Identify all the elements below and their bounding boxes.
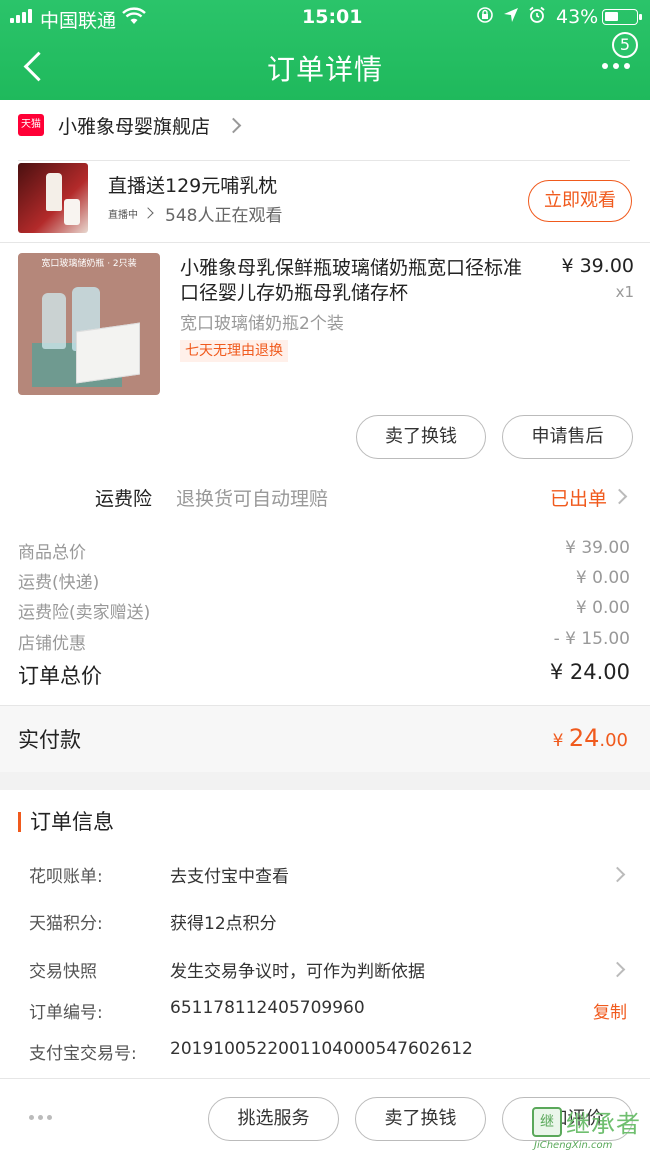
product-image[interactable]: 宽口玻璃储奶瓶 · 2只装	[18, 253, 160, 395]
shop-name[interactable]: 小雅象母婴旗舰店	[58, 112, 210, 139]
paid-integer: 24	[568, 724, 600, 752]
order-info-title: 订单信息	[30, 810, 114, 834]
order-total-value: ¥ 24.00	[549, 660, 630, 684]
order-number: 651178112405709960	[170, 998, 365, 1018]
after-sale-button[interactable]: 申请售后	[502, 415, 633, 459]
fee-label: 店铺优惠	[18, 634, 86, 654]
product-item[interactable]: 宽口玻璃储奶瓶 · 2只装 小雅象母乳保鲜瓶玻璃储奶瓶宽口径标准口径婴儿存奶瓶母…	[0, 243, 650, 395]
shop-header[interactable]: 天猫 小雅象母婴旗舰店	[0, 100, 650, 160]
paid-value: ¥ 24.00	[553, 724, 628, 752]
paid-currency: ¥	[552, 731, 569, 751]
paid-decimal: .00	[599, 730, 628, 751]
info-label: 交易快照	[29, 962, 97, 982]
battery-percent: 43%	[556, 6, 599, 28]
fee-value: ¥ 0.00	[575, 598, 630, 618]
clock: 15:01	[302, 6, 363, 28]
battery-icon	[602, 9, 642, 25]
info-value: 去支付宝中查看	[170, 867, 289, 887]
carrier-name: 中国联通	[40, 10, 117, 32]
order-total-row: 订单总价 ¥ 24.00	[0, 656, 650, 696]
signal-icon	[10, 9, 32, 23]
location-icon	[504, 8, 518, 22]
live-title: 直播送129元哺乳枕	[108, 175, 278, 197]
product-price: ¥ 39.00	[561, 255, 634, 277]
fee-row: 运费险(卖家赠送) ¥ 0.00	[0, 594, 650, 624]
orientation-lock-icon	[477, 7, 493, 23]
trade-snapshot-row[interactable]: 交易快照 发生交易争议时，可作为判断依据	[0, 949, 650, 989]
order-info-section: 订单信息 花呗账单: 去支付宝中查看 天猫积分: 获得12点积分 交易快照 发生…	[0, 790, 650, 1078]
tmall-points-row: 天猫积分: 获得12点积分	[0, 901, 650, 941]
fee-label: 运费险(卖家赠送)	[18, 603, 151, 623]
fee-row: 商品总价 ¥ 39.00	[0, 534, 650, 564]
info-label: 订单编号:	[29, 1003, 103, 1023]
fee-row: 店铺优惠 - ¥ 15.00	[0, 625, 650, 655]
live-stream-banner[interactable]: 直播送129元哺乳枕 直播中 548人正在观看 立即观看	[0, 160, 650, 242]
chevron-right-icon	[609, 866, 626, 883]
alarm-icon	[529, 6, 545, 23]
sell-button[interactable]: 卖了换钱	[356, 415, 486, 459]
alipay-trade-number: 2019100522001104000547602612	[170, 1039, 473, 1059]
fee-label: 运费(快递)	[18, 573, 100, 593]
product-image-caption: 宽口玻璃储奶瓶 · 2只装	[41, 259, 137, 269]
watermark-en: JiChengXin.com	[534, 1140, 613, 1151]
fee-value: ¥ 39.00	[565, 538, 630, 558]
tmall-badge-icon: 天猫	[18, 114, 44, 136]
watch-now-button[interactable]: 立即观看	[528, 180, 632, 222]
live-status-tag: 直播中	[108, 210, 138, 221]
info-label: 天猫积分:	[29, 914, 103, 934]
wifi-icon	[122, 6, 146, 31]
info-value: 获得12点积分	[170, 914, 277, 934]
watermark: 继 继承者 JiChengXin.com	[532, 1104, 648, 1152]
product-name[interactable]: 小雅象母乳保鲜瓶玻璃储奶瓶宽口径标准口径婴儿存奶瓶母乳储存杯	[180, 256, 540, 306]
paid-label: 实付款	[18, 728, 81, 752]
info-label: 支付宝交易号:	[29, 1044, 137, 1064]
freight-insurance-desc: 退换货可自动理赔	[176, 488, 329, 510]
huabei-bill-row[interactable]: 花呗账单: 去支付宝中查看	[0, 854, 650, 894]
more-icon[interactable]	[596, 56, 636, 76]
fee-row: 运费(快递) ¥ 0.00	[0, 564, 650, 594]
alipay-trade-row: 支付宝交易号: 2019100522001104000547602612	[0, 1031, 650, 1071]
freight-insurance-row[interactable]: 运费险 退换货可自动理赔 已出单	[0, 472, 650, 522]
sell-button[interactable]: 卖了换钱	[355, 1097, 486, 1141]
paid-amount-row: 实付款 ¥ 24.00	[0, 706, 650, 772]
fee-label: 商品总价	[18, 543, 86, 563]
live-thumbnail[interactable]	[18, 163, 88, 233]
status-bar: 中国联通 15:01 43%	[0, 0, 650, 34]
more-icon[interactable]	[29, 1115, 52, 1120]
chevron-right-icon	[225, 117, 242, 134]
order-card: 天猫 小雅象母婴旗舰店 直播送129元哺乳枕 直播中 548人正在观看 立即观看…	[0, 100, 650, 772]
watermark-cn: 继承者	[566, 1110, 641, 1138]
fee-value: - ¥ 15.00	[553, 629, 630, 649]
product-spec: 宽口玻璃储奶瓶2个装	[180, 314, 344, 334]
chevron-right-icon	[142, 207, 154, 219]
watermark-logo-icon: 继	[532, 1107, 562, 1137]
section-accent-bar	[18, 812, 21, 832]
info-label: 花呗账单:	[29, 867, 103, 887]
viewer-count: 548人正在观看	[165, 206, 283, 226]
notification-badge: 5	[612, 32, 638, 58]
chevron-right-icon	[611, 488, 628, 505]
fee-value: ¥ 0.00	[575, 568, 630, 588]
order-number-row: 订单编号: 651178112405709960 复制	[0, 990, 650, 1030]
freight-insurance-label: 运费险	[95, 488, 153, 510]
order-total-label: 订单总价	[18, 664, 102, 688]
product-quantity: x1	[615, 283, 634, 301]
info-value: 发生交易争议时，可作为判断依据	[170, 962, 425, 982]
freight-insurance-status: 已出单	[550, 488, 608, 510]
page-title: 订单详情	[266, 53, 383, 86]
app-header: 中国联通 15:01 43% 订单详情 5	[0, 0, 650, 100]
copy-button[interactable]: 复制	[593, 998, 627, 1023]
select-service-button[interactable]: 挑选服务	[208, 1097, 339, 1141]
battery-level	[605, 12, 618, 21]
return-policy-tag: 七天无理由退换	[180, 340, 288, 362]
chevron-right-icon	[609, 961, 626, 978]
